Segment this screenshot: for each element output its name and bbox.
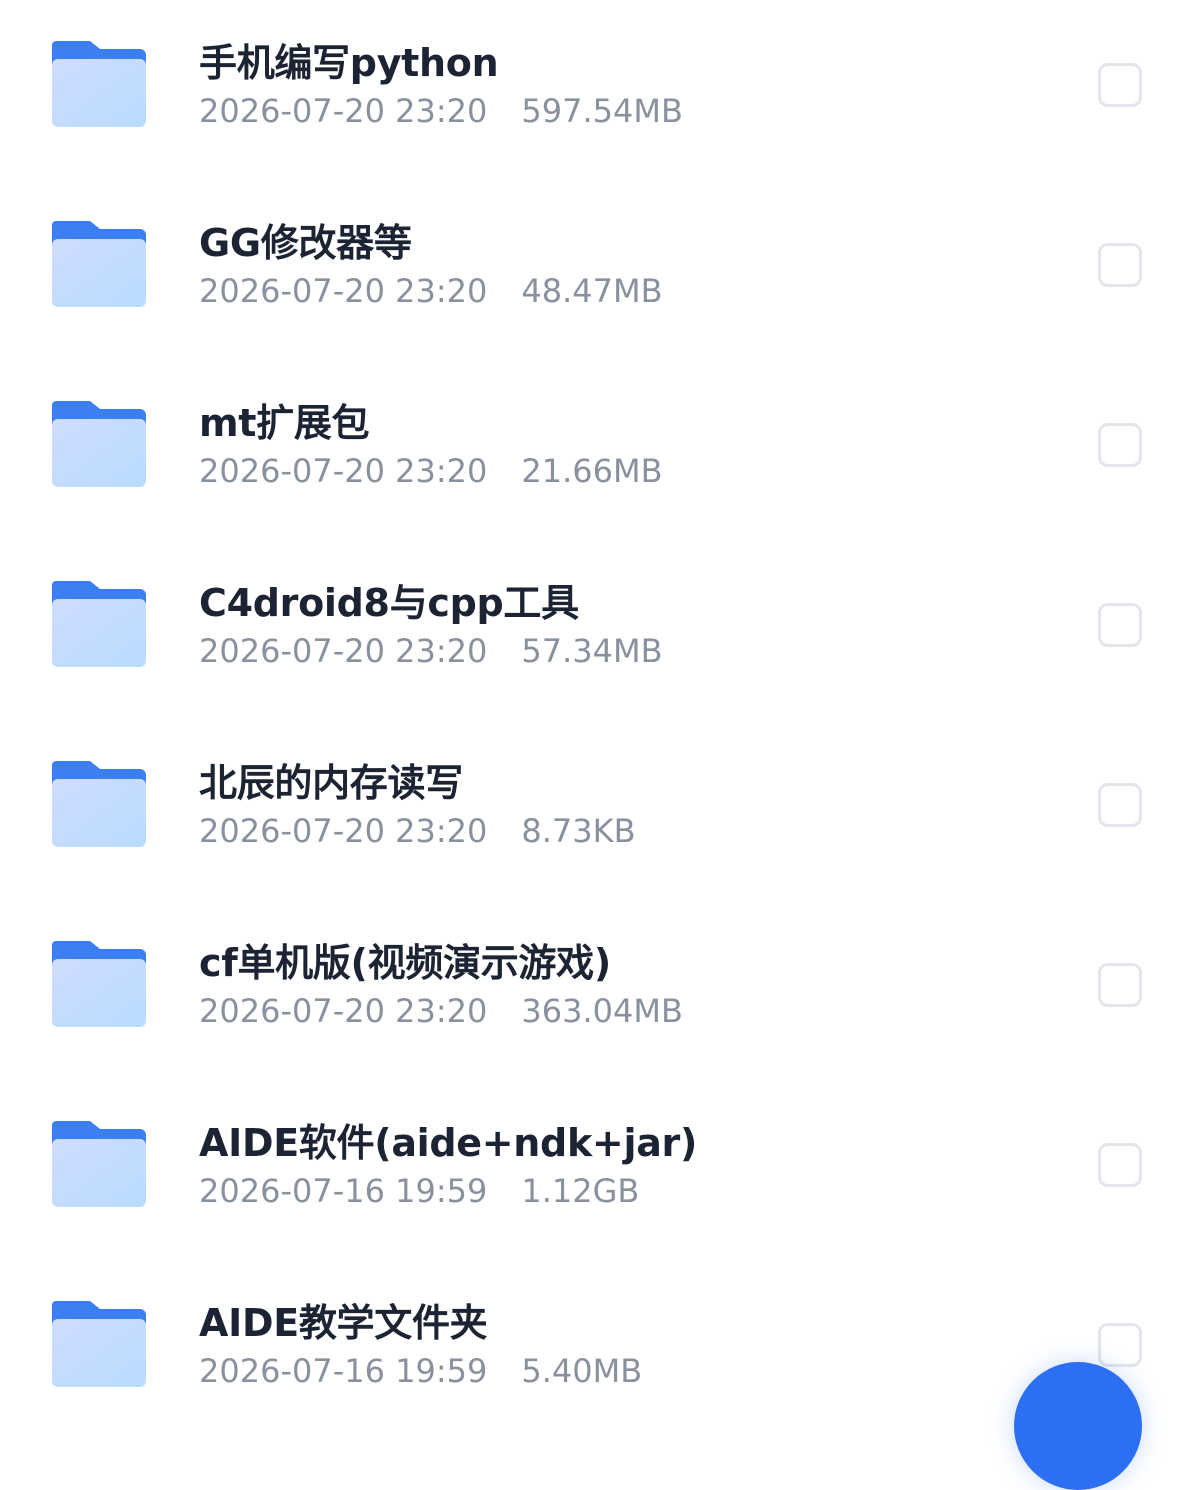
file-name: C4droid8与cpp工具	[199, 581, 579, 625]
list-item[interactable]: cf单机版(视频演示游戏) 2026-07-20 23:20 363.04MB	[0, 900, 1200, 1080]
file-name: cf单机版(视频演示游戏)	[199, 941, 611, 985]
floating-action-button[interactable]	[1014, 1362, 1142, 1490]
folder-icon	[52, 1121, 146, 1207]
file-size: 597.54MB	[521, 92, 683, 130]
select-checkbox[interactable]	[1098, 603, 1142, 647]
select-checkbox[interactable]	[1098, 1323, 1142, 1367]
file-date: 2026-07-20 23:20	[199, 992, 488, 1030]
folder-icon	[52, 761, 146, 847]
file-size: 8.73KB	[521, 812, 636, 850]
file-name: 手机编写python	[199, 41, 499, 85]
select-checkbox[interactable]	[1098, 423, 1142, 467]
folder-icon	[52, 1301, 146, 1387]
file-name: AIDE软件(aide+ndk+jar)	[199, 1121, 698, 1165]
file-date: 2026-07-16 19:59	[199, 1172, 488, 1210]
file-meta: 2026-07-20 23:20 363.04MB	[199, 989, 683, 1033]
file-date: 2026-07-20 23:20	[199, 452, 488, 490]
file-size: 48.47MB	[521, 272, 663, 310]
folder-icon	[52, 401, 146, 487]
folder-icon	[52, 581, 146, 667]
file-date: 2026-07-20 23:20	[199, 632, 488, 670]
list-item[interactable]: mt扩展包 2026-07-20 23:20 21.66MB	[0, 360, 1200, 540]
list-item[interactable]: 北辰的内存读写 2026-07-20 23:20 8.73KB	[0, 720, 1200, 900]
folder-icon	[52, 41, 146, 127]
list-item[interactable]: GG修改器等 2026-07-20 23:20 48.47MB	[0, 180, 1200, 360]
file-date: 2026-07-20 23:20	[199, 272, 488, 310]
file-name: AIDE教学文件夹	[199, 1301, 488, 1345]
file-meta: 2026-07-16 19:59 5.40MB	[199, 1349, 642, 1393]
file-date: 2026-07-20 23:20	[199, 92, 488, 130]
file-name: mt扩展包	[199, 401, 370, 445]
list-item[interactable]: C4droid8与cpp工具 2026-07-20 23:20 57.34MB	[0, 540, 1200, 720]
file-size: 1.12GB	[521, 1172, 640, 1210]
select-checkbox[interactable]	[1098, 243, 1142, 287]
file-meta: 2026-07-20 23:20 48.47MB	[199, 269, 663, 313]
file-meta: 2026-07-20 23:20 8.73KB	[199, 809, 636, 853]
list-item[interactable]: 手机编写python 2026-07-20 23:20 597.54MB	[0, 0, 1200, 180]
file-date: 2026-07-16 19:59	[199, 1352, 488, 1390]
select-checkbox[interactable]	[1098, 63, 1142, 107]
file-size: 363.04MB	[521, 992, 683, 1030]
select-checkbox[interactable]	[1098, 1143, 1142, 1187]
select-checkbox[interactable]	[1098, 783, 1142, 827]
file-size: 21.66MB	[521, 452, 663, 490]
file-meta: 2026-07-20 23:20 597.54MB	[199, 89, 683, 133]
select-checkbox[interactable]	[1098, 963, 1142, 1007]
folder-icon	[52, 941, 146, 1027]
file-date: 2026-07-20 23:20	[199, 812, 488, 850]
file-size: 57.34MB	[521, 632, 663, 670]
file-name: 北辰的内存读写	[199, 761, 463, 805]
file-meta: 2026-07-20 23:20 57.34MB	[199, 629, 663, 673]
file-name: GG修改器等	[199, 221, 412, 265]
folder-icon	[52, 221, 146, 307]
file-size: 5.40MB	[521, 1352, 643, 1390]
file-meta: 2026-07-20 23:20 21.66MB	[199, 449, 663, 493]
list-item[interactable]: AIDE软件(aide+ndk+jar) 2026-07-16 19:59 1.1…	[0, 1080, 1200, 1260]
file-meta: 2026-07-16 19:59 1.12GB	[199, 1169, 639, 1213]
